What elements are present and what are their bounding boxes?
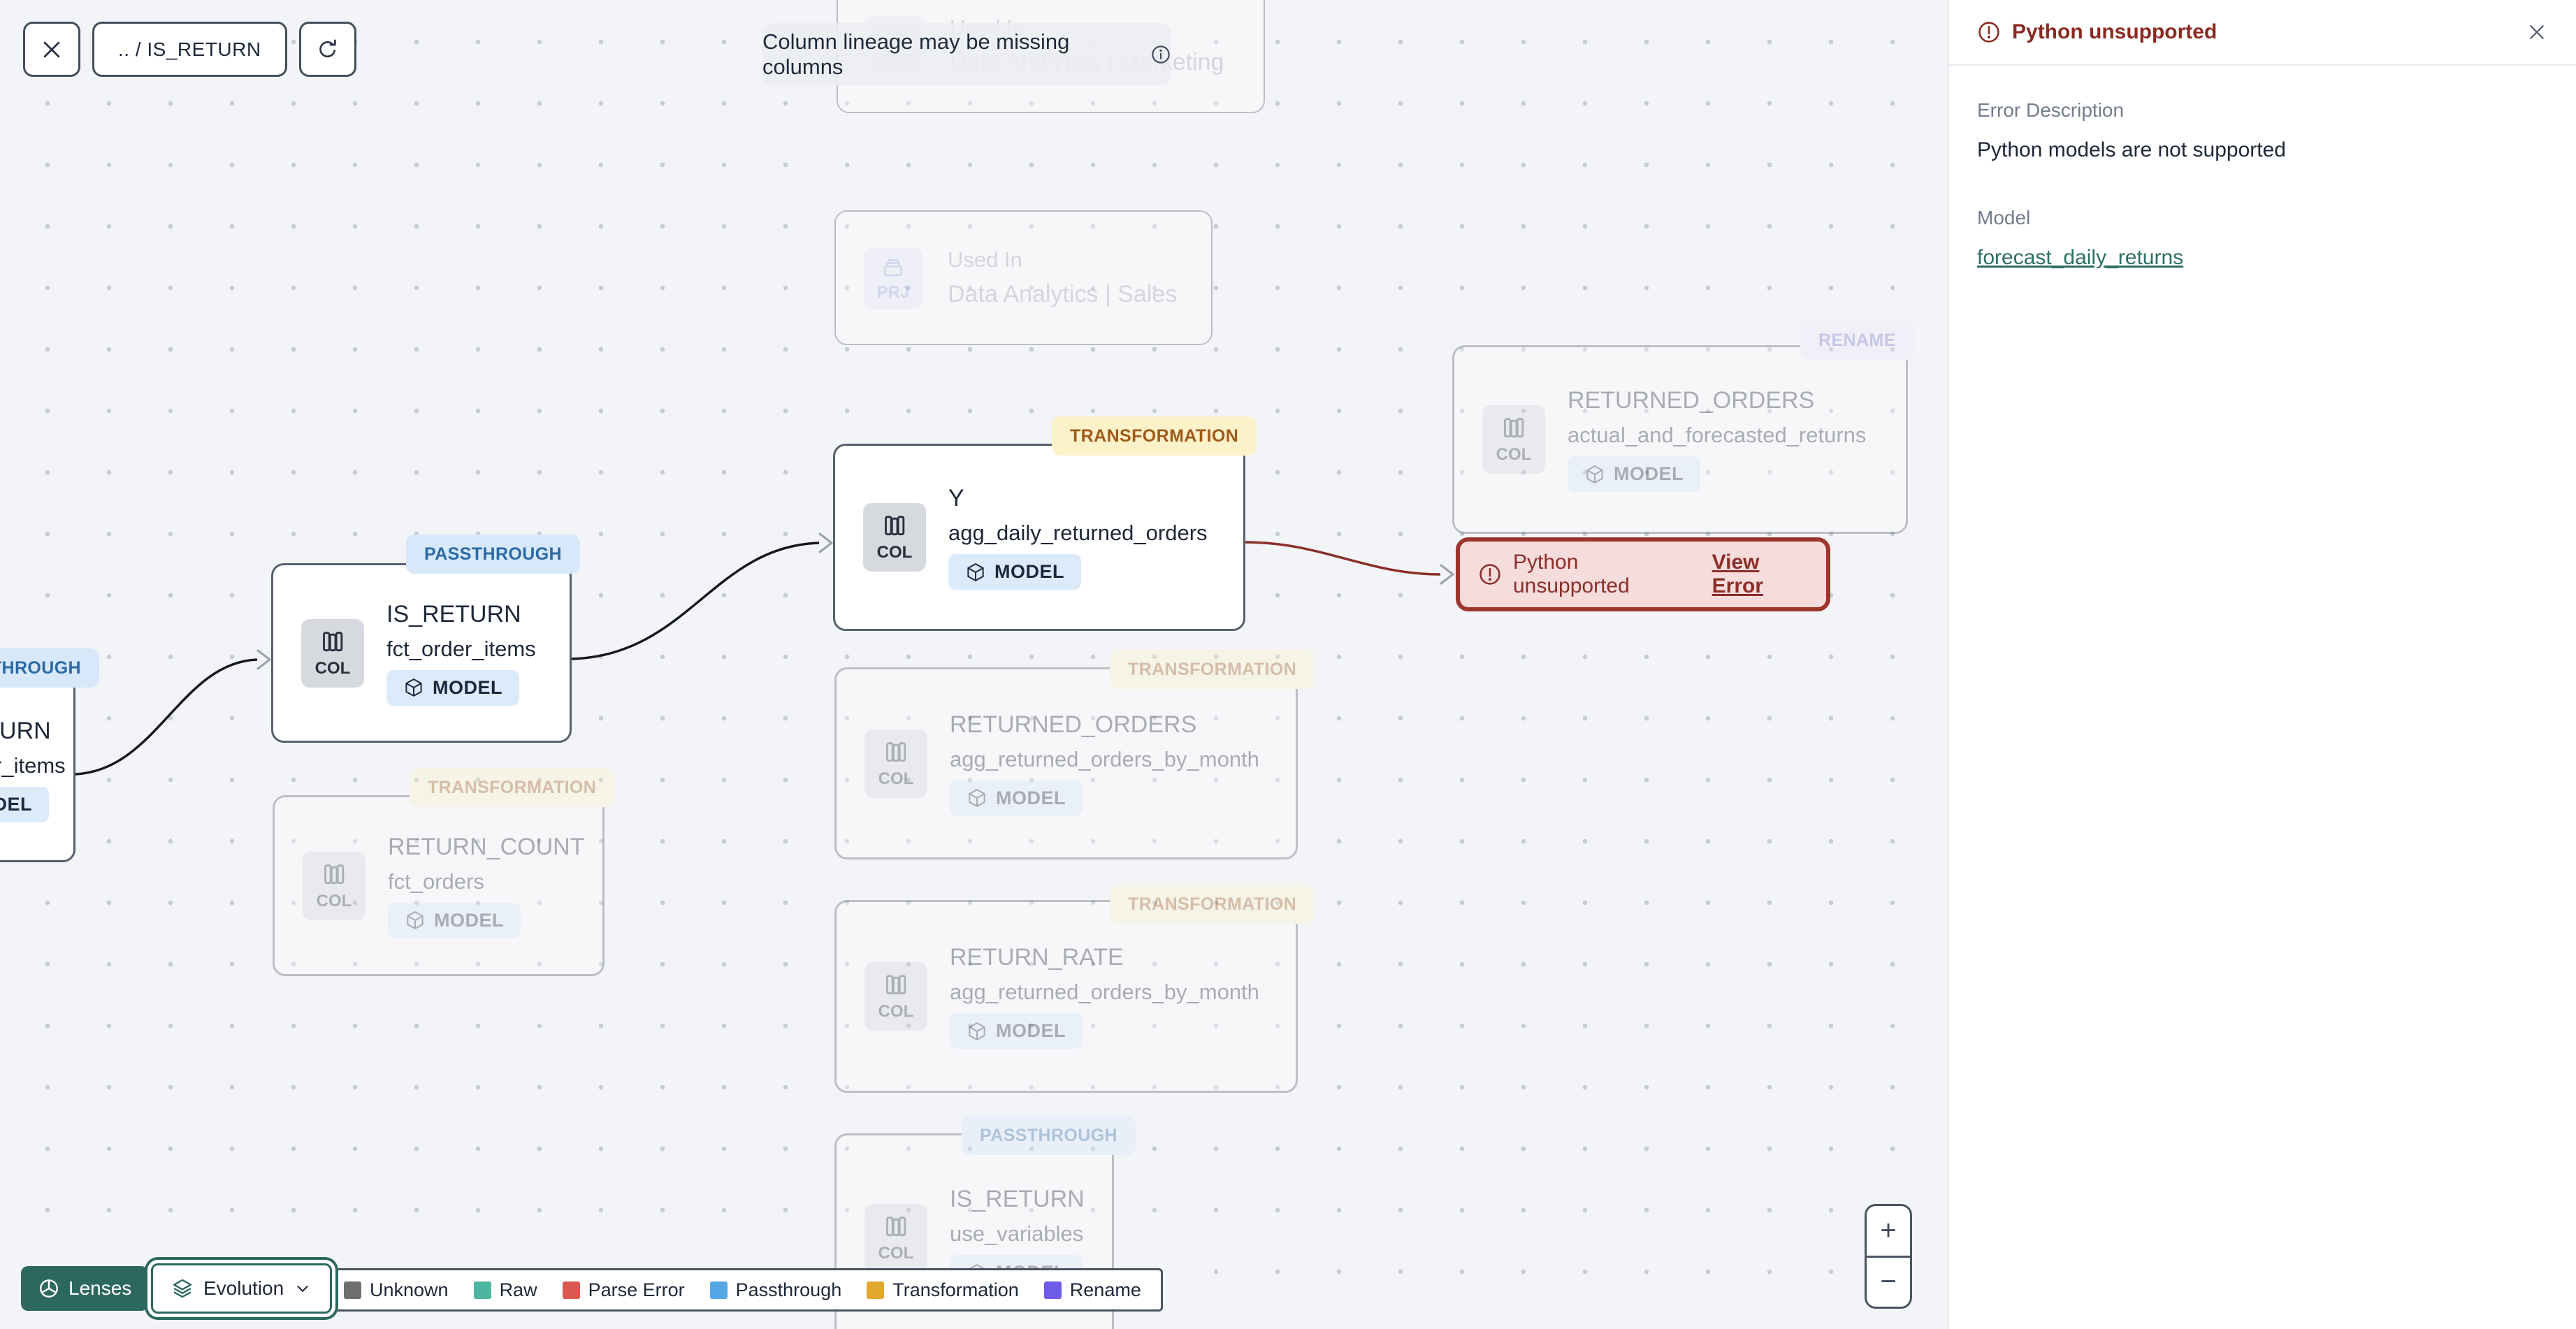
column-node-selected[interactable]: TRANSFORMATION COL Y agg_daily_returned_…: [833, 416, 1257, 631]
legend-swatch: [709, 1281, 728, 1299]
cube-icon: [969, 1022, 985, 1040]
column-icon: COL: [1482, 405, 1545, 474]
lens-dropdown[interactable]: Evolution: [151, 1263, 333, 1314]
column-name: IS_RETURN: [950, 1186, 1085, 1212]
column-name: Y: [948, 485, 964, 511]
model-chip: MODEL: [950, 1013, 1083, 1049]
column-node-returned-orders[interactable]: TRANSFORMATION COL RETURNED_ORDERS agg_r…: [834, 650, 1315, 859]
legend-swatch: [473, 1281, 491, 1299]
refresh-icon: [315, 37, 340, 62]
lineage-canvas[interactable]: .. / IS_RETURN Column lineage may be mis…: [0, 0, 1948, 1329]
model-name: agg_returned_orders_by_month: [950, 746, 1259, 771]
view-error-link[interactable]: View Error: [1712, 551, 1808, 598]
project-icon: PRJ: [864, 247, 922, 309]
model-name: fct_order_items: [386, 636, 536, 661]
node-title: Used In: [948, 247, 1022, 272]
column-icon: COL: [303, 851, 366, 920]
model-chip: MODEL: [386, 669, 519, 706]
column-icon: COL: [864, 729, 927, 798]
close-lineage-button[interactable]: [23, 22, 80, 77]
column-node-is-return[interactable]: PASSTHROUGH COL IS_RETURN fct_order_item…: [271, 535, 581, 743]
legend-swatch: [1043, 1281, 1062, 1299]
lens-dropdown-value: Evolution: [203, 1277, 284, 1299]
refresh-button[interactable]: [298, 22, 356, 77]
column-node-returned-orders-rename[interactable]: RENAME COL RETURNED_ORDERS actual_and_fo…: [1452, 321, 1914, 534]
model-chip: MODEL: [950, 780, 1083, 816]
zoom-controls: + −: [1865, 1204, 1912, 1309]
zoom-out-button[interactable]: −: [1867, 1258, 1910, 1307]
error-node[interactable]: Python unsupported View Error: [1456, 537, 1830, 611]
column-icon: COL: [864, 962, 927, 1031]
info-icon[interactable]: [1150, 44, 1171, 65]
evolution-badge: TRANSFORMATION: [410, 768, 615, 807]
legend-swatch: [562, 1281, 580, 1299]
model-label: Model: [1977, 207, 2031, 228]
layers-icon: [171, 1277, 194, 1300]
cube-icon: [967, 562, 984, 581]
column-name: IS_RETURN: [386, 600, 521, 627]
cube-icon: [405, 678, 422, 697]
evolution-legend: Unknown Raw Parse Error Passthrough Tran…: [322, 1268, 1163, 1312]
breadcrumb[interactable]: .. / IS_RETURN: [92, 22, 287, 77]
lens-icon: [38, 1277, 60, 1300]
model-chip: MODEL: [0, 786, 49, 822]
project-node-sales[interactable]: PRJ Used In Data Analytics | Sales: [834, 210, 1213, 345]
evolution-badge: PASSTHROUGH: [406, 535, 581, 574]
panel-close-button[interactable]: [2526, 21, 2548, 43]
evolution-badge: RENAME: [1800, 321, 1914, 360]
model-name: actual_and_forecasted_returns: [1568, 423, 1867, 447]
column-name: RETURNED_ORDERS: [1568, 387, 1815, 414]
chevron-down-icon: [294, 1279, 312, 1298]
panel-title: Python unsupported: [2012, 20, 2217, 43]
error-description-label: Error Description: [1977, 99, 2125, 121]
evolution-badge: TRANSFORMATION: [1110, 885, 1315, 924]
column-node-return-rate[interactable]: TRANSFORMATION COL RETURN_RATE agg_retur…: [834, 885, 1315, 1093]
evolution-badge: PASSTHROUGH: [0, 648, 100, 688]
evolution-badge: TRANSFORMATION: [1052, 416, 1257, 456]
canvas-toolbar: .. / IS_RETURN: [23, 22, 356, 77]
model-chip: MODEL: [1568, 456, 1700, 492]
column-icon: COL: [864, 1204, 927, 1272]
column-node-upstream[interactable]: PASSTHROUGH COL IS_RETURN fct_order_item…: [0, 648, 100, 862]
column-node-return-count[interactable]: TRANSFORMATION COL RETURN_COUNT fct_orde…: [273, 768, 615, 976]
zoom-in-button[interactable]: +: [1867, 1206, 1910, 1258]
column-icon: COL: [863, 503, 926, 572]
node-subtitle: Data Analytics | Sales: [948, 281, 1178, 307]
column-icon: COL: [301, 618, 364, 688]
model-name: use_variables: [950, 1221, 1084, 1246]
column-name: RETURN_RATE: [950, 944, 1124, 971]
model-link[interactable]: forecast_daily_returns: [1977, 246, 2183, 270]
error-detail-panel: Python unsupported Error Description Pyt…: [1948, 0, 2576, 1329]
model-chip: MODEL: [388, 902, 521, 938]
legend-swatch: [344, 1281, 361, 1299]
banner-text: Column lineage may be missing columns: [762, 29, 1070, 79]
error-description-text: Python models are not supported: [1977, 138, 2286, 161]
legend-item: Passthrough: [709, 1279, 841, 1301]
evolution-badge: TRANSFORMATION: [1110, 650, 1315, 689]
lineage-warning-banner: Column lineage may be missing columns: [762, 23, 1171, 85]
cube-icon: [407, 910, 424, 930]
error-node-label: Python unsupported: [1513, 551, 1630, 597]
alert-icon: [1478, 562, 1502, 586]
legend-swatch: [867, 1281, 885, 1299]
legend-item: Unknown: [344, 1279, 449, 1301]
evolution-badge: PASSTHROUGH: [962, 1116, 1136, 1155]
column-name: RETURN_COUNT: [388, 833, 585, 860]
cube-icon: [1586, 465, 1603, 484]
legend-item: Parse Error: [562, 1279, 685, 1301]
column-name: RETURNED_ORDERS: [950, 711, 1197, 738]
legend-item: Raw: [473, 1279, 537, 1301]
legend-item: Rename: [1043, 1279, 1141, 1301]
model-name: fct_orders: [388, 869, 484, 894]
model-name: agg_daily_returned_orders: [948, 521, 1208, 545]
close-icon: [40, 38, 64, 61]
legend-item: Transformation: [867, 1279, 1019, 1301]
cube-icon: [969, 788, 985, 808]
model-name: fct_order_items: [0, 753, 66, 778]
model-chip: MODEL: [948, 554, 1081, 590]
alert-icon: [1977, 20, 2001, 44]
column-name: IS_RETURN: [0, 717, 51, 744]
lenses-button[interactable]: Lenses: [21, 1266, 149, 1311]
model-name: agg_returned_orders_by_month: [950, 980, 1259, 1004]
